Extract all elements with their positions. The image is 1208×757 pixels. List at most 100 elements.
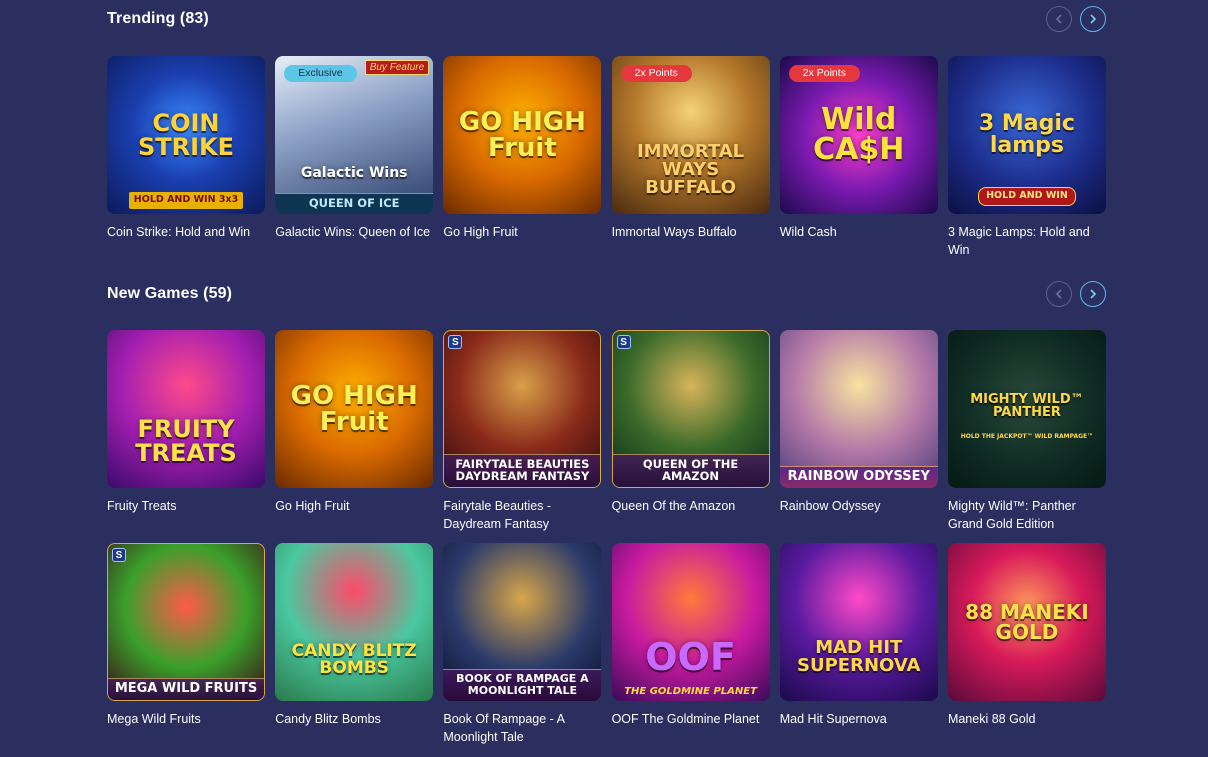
game-card[interactable]: FRUITY TREATS Fruity Treats [107,330,265,533]
buy-feature-badge: Buy Feature [364,60,430,75]
game-art-subtitle: HOLD AND WIN 3x3 [129,191,243,209]
game-card[interactable]: MIGHTY WILD™ PANTHER HOLD THE JACKPOT™ W… [947,330,1106,533]
game-art-banner: BOOK OF RAMPAGE A MOONLIGHT TALE [443,668,602,701]
game-thumbnail[interactable]: 88 MANEKI GOLD [947,543,1106,701]
game-name[interactable]: Candy Blitz Bombs [275,710,433,728]
provider-logo: S [112,548,126,562]
game-thumbnail[interactable]: 2x Points Wild CA$H [779,56,938,214]
game-name[interactable]: Mighty Wild™: Panther Grand Gold Edition [948,497,1106,533]
trending-section-header: Trending (83) [107,4,1106,34]
chevron-left-icon [1055,14,1062,24]
game-name[interactable]: Coin Strike: Hold and Win [107,223,265,241]
game-art-banner: MEGA WILD FRUITS [108,677,264,700]
game-art-title: OOF [645,634,736,679]
game-art-subtitle: THE GOLDMINE PLANET [624,686,757,697]
game-art-title: CANDY BLITZ BOMBS [291,640,417,678]
game-art-subtitle: QUEEN OF ICE [275,193,434,214]
game-card[interactable]: OOF THE GOLDMINE PLANET OOF The Goldmine… [611,543,770,746]
game-art-title: FRUITY TREATS [135,414,237,467]
game-name[interactable]: Go High Fruit [275,497,433,515]
game-art-title: GO HIGH Fruit [458,107,586,163]
game-thumbnail[interactable]: MIGHTY WILD™ PANTHER HOLD THE JACKPOT™ W… [947,330,1106,488]
game-thumbnail[interactable]: GO HIGH Fruit [443,56,602,214]
chevron-left-icon [1055,289,1062,299]
chevron-right-icon [1090,289,1097,299]
game-thumbnail[interactable]: Exclusive Buy Feature Galactic Wins QUEE… [275,56,434,214]
game-thumbnail[interactable]: BOOK OF RAMPAGE A MOONLIGHT TALE [443,543,602,701]
game-name[interactable]: 3 Magic Lamps: Hold and Win [948,223,1106,259]
game-card[interactable]: 2x Points Wild CA$H Wild Cash [779,56,938,259]
game-thumbnail[interactable]: COIN STRIKE HOLD AND WIN 3x3 [107,56,265,214]
next-button[interactable] [1080,281,1106,307]
game-art-title: 88 MANEKI GOLD [965,600,1089,644]
game-art-title: GO HIGH Fruit [290,381,418,437]
game-name[interactable]: Fruity Treats [107,497,265,515]
provider-logo: S [448,335,463,349]
game-name[interactable]: Fairytale Beauties - Daydream Fantasy [443,497,601,533]
game-name[interactable]: Mega Wild Fruits [107,710,265,728]
game-art-subtitle: HOLD AND WIN [977,186,1076,206]
game-thumbnail[interactable]: MAD HIT SUPERNOVA [779,543,938,701]
game-thumbnail[interactable]: 2x Points IMMORTAL WAYS BUFFALO [611,56,770,214]
game-card[interactable]: GO HIGH Fruit Go High Fruit [443,56,602,259]
game-name[interactable]: Maneki 88 Gold [948,710,1106,728]
game-card[interactable]: 88 MANEKI GOLD Maneki 88 Gold [947,543,1106,746]
game-thumbnail[interactable]: 3 Magic lamps HOLD AND WIN [947,56,1106,214]
game-art-title: Galactic Wins [300,164,408,181]
game-name[interactable]: Galactic Wins: Queen of Ice [275,223,433,241]
next-button[interactable] [1080,6,1106,32]
game-thumbnail[interactable]: S MEGA WILD FRUITS [107,543,265,701]
game-thumbnail[interactable]: FRUITY TREATS [107,330,265,488]
game-art-banner: FAIRYTALE BEAUTIES DAYDREAM FANTASY [444,453,601,487]
chevron-right-icon [1090,14,1097,24]
game-name[interactable]: Queen Of the Amazon [612,497,770,515]
game-card[interactable]: S MEGA WILD FRUITS Mega Wild Fruits [107,543,265,746]
game-card[interactable]: BOOK OF RAMPAGE A MOONLIGHT TALE Book Of… [443,543,602,746]
trending-grid: COIN STRIKE HOLD AND WIN 3x3 Coin Strike… [107,56,1106,259]
section-title: New Games (59) [107,285,233,302]
points-badge: 2x Points [788,65,860,82]
game-card[interactable]: COIN STRIKE HOLD AND WIN 3x3 Coin Strike… [107,56,265,259]
game-name[interactable]: Immortal Ways Buffalo [612,223,770,241]
game-thumbnail[interactable]: RAINBOW ODYSSEY [779,330,938,488]
game-name[interactable]: Book Of Rampage - A Moonlight Tale [443,710,601,746]
game-card[interactable]: 2x Points IMMORTAL WAYS BUFFALO Immortal… [611,56,770,259]
section-title: Trending (83) [107,10,209,27]
game-card[interactable]: S QUEEN OF THE AMAZON Queen Of the Amazo… [611,330,770,533]
game-name[interactable]: Mad Hit Supernova [780,710,938,728]
game-thumbnail[interactable]: CANDY BLITZ BOMBS [275,543,434,701]
new-games-grid-row-2: S MEGA WILD FRUITS Mega Wild Fruits CAND… [107,543,1106,746]
game-thumbnail[interactable]: GO HIGH Fruit [275,330,434,488]
carousel-nav [1046,281,1106,307]
game-art-title: Wild CA$H [813,102,905,167]
game-name[interactable]: Wild Cash [780,223,938,241]
game-thumbnail[interactable]: S QUEEN OF THE AMAZON [611,330,770,488]
game-art-title: MIGHTY WILD™ PANTHER [970,391,1084,420]
game-card[interactable]: Exclusive Buy Feature Galactic Wins QUEE… [275,56,434,259]
carousel-nav [1046,6,1106,32]
provider-logo: S [616,335,631,349]
game-art-title: MAD HIT SUPERNOVA [797,636,921,676]
exclusive-badge: Exclusive [284,65,357,82]
game-name[interactable]: Go High Fruit [443,223,601,241]
game-card[interactable]: GO HIGH Fruit Go High Fruit [275,330,434,533]
prev-button[interactable] [1046,6,1072,32]
new-games-section-header: New Games (59) [107,279,1106,309]
prev-button[interactable] [1046,281,1072,307]
game-name[interactable]: Rainbow Odyssey [780,497,938,515]
game-art-banner: QUEEN OF THE AMAZON [612,453,769,487]
game-card[interactable]: 3 Magic lamps HOLD AND WIN 3 Magic Lamps… [947,56,1106,259]
game-card[interactable]: RAINBOW ODYSSEY Rainbow Odyssey [779,330,938,533]
game-art-title: COIN STRIKE [137,109,235,161]
game-card[interactable]: S FAIRYTALE BEAUTIES DAYDREAM FANTASY Fa… [443,330,602,533]
new-games-grid-row-1: FRUITY TREATS Fruity Treats GO HIGH Frui… [107,330,1106,533]
game-thumbnail[interactable]: S FAIRYTALE BEAUTIES DAYDREAM FANTASY [443,330,602,488]
points-badge: 2x Points [620,65,692,82]
game-art-title: IMMORTAL WAYS BUFFALO [636,140,745,198]
game-art-banner: RAINBOW ODYSSEY [779,465,938,488]
game-card[interactable]: CANDY BLITZ BOMBS Candy Blitz Bombs [275,543,434,746]
game-card[interactable]: MAD HIT SUPERNOVA Mad Hit Supernova [779,543,938,746]
game-thumbnail[interactable]: OOF THE GOLDMINE PLANET [611,543,770,701]
game-art-title: 3 Magic lamps [978,111,1075,158]
game-name[interactable]: OOF The Goldmine Planet [612,710,770,728]
